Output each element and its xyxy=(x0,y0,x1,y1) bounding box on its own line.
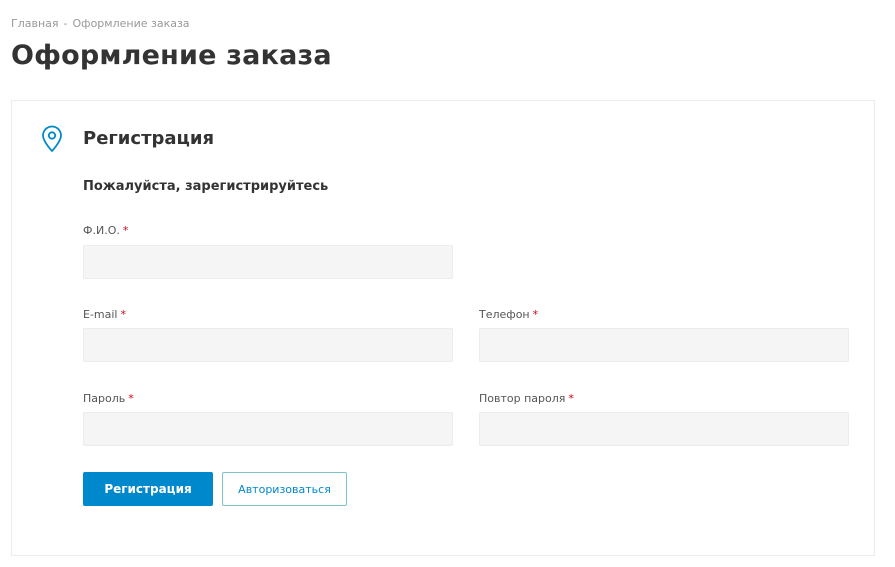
register-button[interactable]: Регистрация xyxy=(83,472,213,506)
required-mark: * xyxy=(120,308,127,321)
section-title: Регистрация xyxy=(83,128,215,149)
breadcrumb-home-link[interactable]: Главная xyxy=(11,17,59,30)
registration-card: Регистрация Пожалуйста, зарегистрируйтес… xyxy=(11,100,875,556)
email-label-text: E-mail xyxy=(83,308,118,321)
fio-label: Ф.И.О. * xyxy=(83,224,128,237)
login-button[interactable]: Авторизоваться xyxy=(222,472,347,506)
email-input[interactable] xyxy=(83,328,453,362)
map-pin-icon xyxy=(42,125,62,152)
breadcrumb-separator: - xyxy=(63,17,68,30)
password-label-text: Пароль xyxy=(83,392,126,405)
required-mark: * xyxy=(568,392,574,405)
password-label: Пароль * xyxy=(83,392,134,405)
page: Главная - Оформление заказа Оформление з… xyxy=(0,0,895,567)
phone-input[interactable] xyxy=(479,328,849,362)
password-input[interactable] xyxy=(83,412,453,446)
phone-label: Телефон * xyxy=(479,308,538,321)
fio-input[interactable] xyxy=(83,245,453,279)
phone-label-text: Телефон xyxy=(479,308,530,321)
form-subtitle: Пожалуйста, зарегистрируйтесь xyxy=(83,179,329,194)
required-mark: * xyxy=(128,392,134,405)
email-label: E-mail * xyxy=(83,308,126,321)
required-mark: * xyxy=(122,224,129,237)
page-title: Оформление заказа xyxy=(11,40,332,71)
breadcrumb-current: Оформление заказа xyxy=(72,17,190,30)
breadcrumb: Главная - Оформление заказа xyxy=(11,17,190,30)
password-repeat-label: Повтор пароля * xyxy=(479,392,574,405)
required-mark: * xyxy=(532,308,539,321)
password-repeat-label-text: Повтор пароля xyxy=(479,392,566,405)
password-repeat-input[interactable] xyxy=(479,412,849,446)
fio-label-text: Ф.И.О. xyxy=(83,224,120,237)
